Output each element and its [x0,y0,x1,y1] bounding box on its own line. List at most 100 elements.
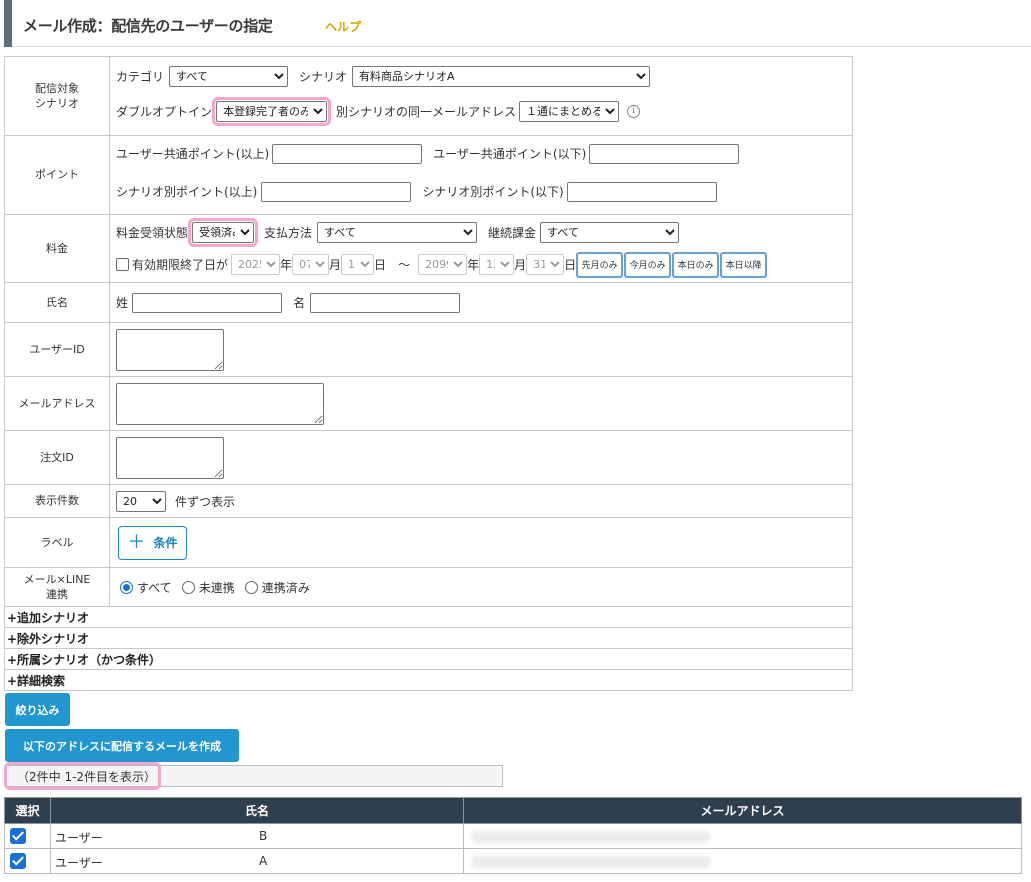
first-name-input[interactable] [310,292,461,313]
fee-row-label: 料金 [4,214,110,283]
year-unit: 年 [467,258,480,272]
payment-method-select[interactable]: すべて [317,222,478,243]
continuous-billing-label: 継続課金 [488,226,537,240]
radio-unlinked[interactable]: 未連携 [181,579,235,596]
results-header-row: 選択 氏名 メールアドレス [4,797,1022,824]
plus-icon: ＋ [127,531,146,553]
result-count-text: （2件中 1-2件目を表示） [17,770,157,784]
month-unit: 月 [329,258,342,272]
point-row-label: ポイント [4,135,110,215]
from-year-select[interactable]: 2025 [231,254,281,275]
belong-scenario-toggle[interactable]: +所属シナリオ（かつ条件） [4,648,853,670]
exclude-scenario-toggle[interactable]: +除外シナリオ [4,627,853,649]
scenario-select[interactable]: 有料商品シナリオA [352,65,651,87]
name-row-label: 氏名 [4,282,110,323]
results-table: 選択 氏名 メールアドレス ユーザー B ユーザー A [4,797,1022,874]
add-condition-label: 条件 [153,536,178,550]
row-first-name: B [259,829,268,843]
userid-textarea[interactable] [116,328,224,371]
col-select: 選択 [4,797,51,824]
page-title: メール作成：配信先のユーザーの指定 [23,17,273,35]
table-row: ユーザー B [4,823,1022,849]
scenario-point-min-input[interactable] [261,181,412,202]
today-only-button[interactable]: 本日のみ [672,251,720,278]
radio-dot [181,580,195,594]
to-day-select[interactable]: 31 [526,254,565,275]
fee-status-highlight: 受領済み [188,218,259,247]
line-link-row-label: メール×LINE 連携 [4,567,110,607]
category-select[interactable]: すべて [169,65,289,87]
first-name-label: 名 [293,296,306,310]
create-mail-button[interactable]: 以下のアドレスに配信するメールを作成 [5,729,239,762]
to-year-select[interactable]: 2099 [418,254,468,275]
fee-status-select[interactable]: 受領済み [192,222,255,243]
from-month-select[interactable]: 07 [292,254,330,275]
fee-status-label: 料金受領状態 [116,226,189,240]
this-month-button[interactable]: 今月のみ [624,251,672,278]
row-first-name: A [259,854,268,868]
redacted-email [471,830,711,843]
add-scenario-toggle[interactable]: +追加シナリオ [4,606,853,628]
row-last-name: ユーザー [55,856,103,870]
scenario-row-label: 配信対象 シナリオ [4,56,110,136]
info-icon[interactable]: i [627,104,641,118]
category-label: カテゴリ [116,69,165,84]
to-month-select[interactable]: 12 [479,254,515,275]
radio-all[interactable]: すべて [120,579,172,596]
row-checkbox[interactable] [10,828,26,844]
payment-method-label: 支払方法 [264,226,313,240]
orderid-textarea[interactable] [116,436,224,479]
scenario-point-max-input[interactable] [566,181,717,202]
email-row-label: メールアドレス [4,376,110,431]
help-link[interactable]: ヘルプ [325,18,361,35]
radio-linked-label: 連携済み [261,580,310,595]
from-day-select[interactable]: 1 [341,254,375,275]
label-row-label: ラベル [4,517,110,568]
month-unit: 月 [514,258,527,272]
page-header: メール作成：配信先のユーザーの指定 ヘルプ [4,0,1031,47]
radio-linked[interactable]: 連携済み [244,579,310,596]
header-accent-bar [4,0,12,47]
last-name-input[interactable] [132,292,283,313]
continuous-billing-select[interactable]: すべて [540,222,680,243]
scenario-point-max-label: シナリオ別ポイント(以下) [422,185,564,199]
radio-dot [244,580,258,594]
search-form: 配信対象 シナリオ カテゴリ すべて シナリオ 有料商品シナリオA ダブルオプトイ… [4,56,853,691]
scenario-label: シナリオ [299,69,348,84]
common-point-min-label: ユーザー共通ポイント(以上) [116,147,270,161]
display-count-suffix: 件ずつ表示 [175,494,236,509]
common-point-max-input[interactable] [589,143,740,164]
common-point-max-label: ユーザー共通ポイント(以下) [433,147,587,161]
display-count-row-label: 表示件数 [4,484,110,518]
after-today-button[interactable]: 本日以降 [720,251,768,278]
day-unit: 日 [564,258,577,272]
double-optin-highlight: 本登録完了者のみ [212,96,332,126]
expiry-label: 有効期限終了日が [132,258,229,272]
expiry-checkbox[interactable] [116,258,129,271]
radio-unlinked-label: 未連携 [198,580,235,595]
last-name-label: 姓 [116,296,129,310]
orderid-row-label: 注文ID [4,430,110,485]
row-checkbox[interactable] [10,853,26,869]
range-tilde: ～ [398,258,411,272]
redacted-email [471,855,711,868]
same-address-label: 別シナリオの同一メールアドレス [336,104,517,119]
radio-all-label: すべて [137,580,172,595]
last-month-button[interactable]: 先月のみ [576,251,624,278]
filter-button[interactable]: 絞り込み [5,693,70,726]
year-unit: 年 [280,258,293,272]
same-address-select[interactable]: １通にまとめる [519,100,620,122]
scenario-point-min-label: シナリオ別ポイント(以上) [116,185,258,199]
advanced-search-toggle[interactable]: +詳細検索 [4,669,853,691]
col-email: メールアドレス [463,797,1022,824]
row-last-name: ユーザー [55,831,103,845]
common-point-min-input[interactable] [272,143,423,164]
double-optin-select[interactable]: 本登録完了者のみ [216,100,328,122]
double-optin-label: ダブルオプトイン [116,104,213,119]
col-name: 氏名 [50,797,464,824]
userid-row-label: ユーザーID [4,322,110,377]
display-count-select[interactable]: 20 [116,490,166,512]
add-condition-button[interactable]: ＋ 条件 [118,525,187,560]
email-textarea[interactable] [116,382,324,425]
day-unit: 日 [374,258,387,272]
